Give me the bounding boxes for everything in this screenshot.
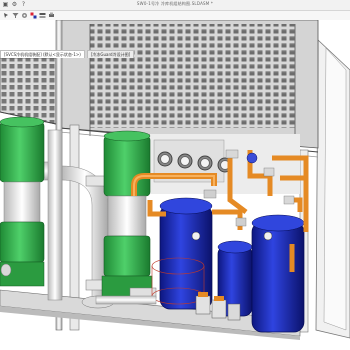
tab-assembly[interactable]: [SVCS冷机机组装配] (默认<显示状态-1>): [0, 50, 85, 58]
window-title: SW0-1号冷 冷库机组结构图.SLDASM *: [136, 1, 214, 6]
gear-icon[interactable]: [21, 12, 28, 19]
color-icon[interactable]: [30, 12, 37, 19]
document-tabs: [SVCS冷机机组装配] (默认<显示状态-1>) [冷冻Guard冷设计图]: [0, 50, 135, 58]
tab-drawing[interactable]: [冷冻Guard冷设计图]: [86, 50, 135, 58]
cad-3d-viewport[interactable]: [0, 20, 350, 350]
filter-icon[interactable]: [12, 12, 19, 19]
select-icon[interactable]: [3, 12, 10, 19]
left-louver-panel: [0, 57, 57, 125]
bottom-header-pipe: [95, 295, 157, 305]
pump-left[interactable]: [0, 116, 45, 287]
print-icon[interactable]: [48, 12, 55, 19]
window-titlebar: ▣ ⚙ ? SW0-1号冷 冷库机组结构图.SLDASM *: [0, 0, 350, 11]
layers-icon[interactable]: [39, 12, 46, 19]
cabinet-side-panel: [315, 39, 350, 339]
